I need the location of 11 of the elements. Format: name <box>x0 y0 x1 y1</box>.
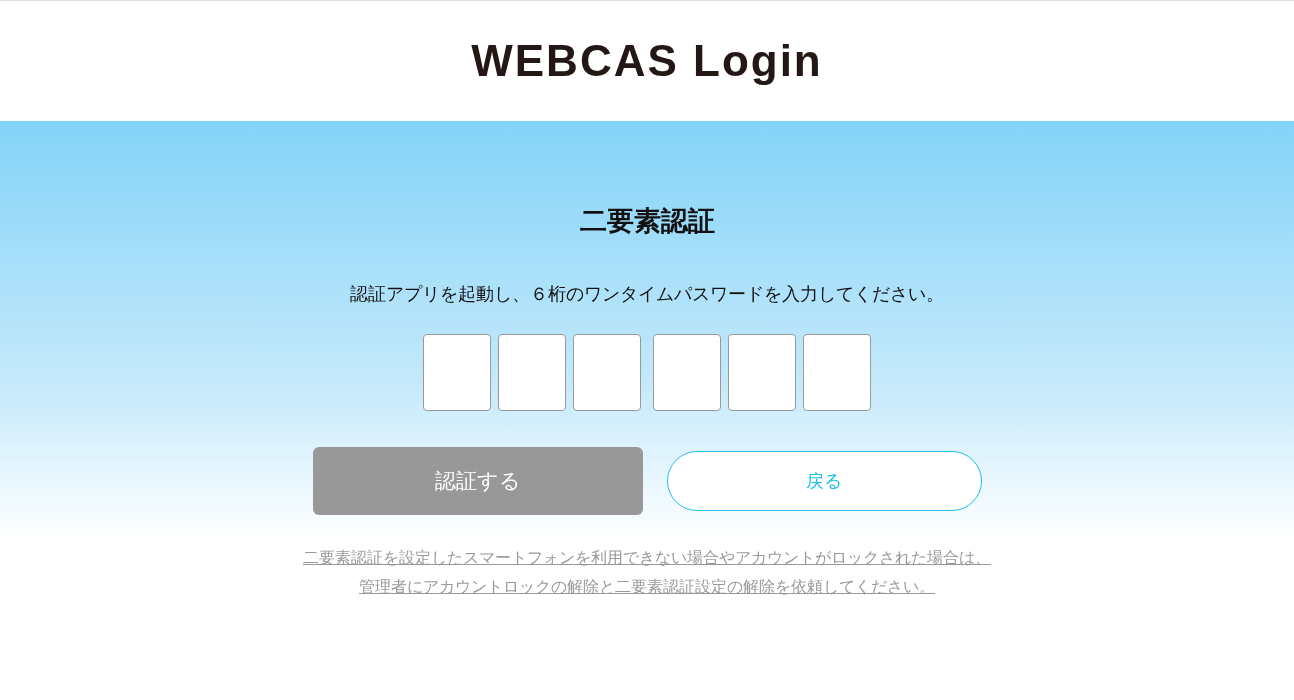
code-digit-field[interactable] <box>728 334 796 412</box>
instruction-text: 認証アプリを起動し、６桁のワンタイムパスワードを入力してください。 <box>350 282 944 307</box>
help-link[interactable]: 二要素認証を設定したスマートフォンを利用できない場合やアカウントがロックされた場合は、 管理者にアカウントロックの解除と二要素認証設定の解除を依頼してください。 <box>303 543 991 602</box>
code-digit-field[interactable] <box>423 334 491 412</box>
code-digit-field[interactable] <box>803 334 871 412</box>
back-button[interactable]: 戻る <box>666 451 982 512</box>
logo: WEBCAS Login <box>471 36 823 86</box>
code-digit-field[interactable] <box>573 334 641 412</box>
code-digit-field[interactable] <box>653 334 721 412</box>
page-title: 二要素認証 <box>579 204 715 238</box>
code-digit-field[interactable] <box>498 334 566 412</box>
